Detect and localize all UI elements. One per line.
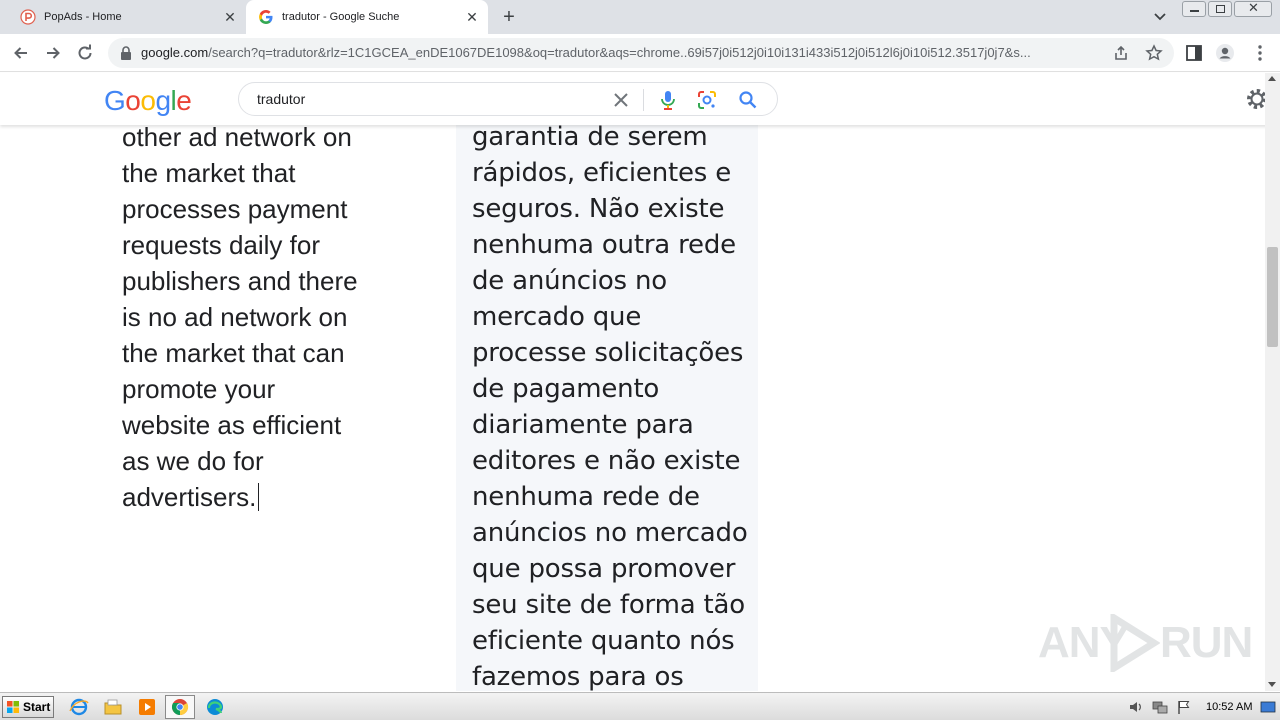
url-text[interactable]: google.com/search?q=tradutor&rlz=1C1GCEA… xyxy=(141,45,1101,60)
text-line: the market that can xyxy=(122,338,345,368)
text-line: diariamente para xyxy=(472,410,694,440)
text-line: rápidos, eficientes e xyxy=(472,158,731,188)
translator-source-text[interactable]: other ad network on the market that proces… xyxy=(122,125,392,515)
bookmark-star-icon[interactable] xyxy=(1145,44,1163,62)
text-line: nenhuma outra rede xyxy=(472,230,736,260)
text-line: eficiente quanto nós xyxy=(472,626,735,656)
media-player-icon[interactable] xyxy=(136,697,158,717)
text-line: seu site de forma tão xyxy=(472,590,745,620)
text-line: the market that xyxy=(122,158,296,188)
text-line: website as efficient xyxy=(122,410,342,440)
text-line: as we do for xyxy=(122,446,264,476)
chevron-down-icon[interactable] xyxy=(1150,8,1170,26)
close-window-icon[interactable]: ✕ xyxy=(1234,0,1272,17)
chrome-taskbar-button[interactable] xyxy=(165,695,195,719)
search-icon[interactable] xyxy=(737,89,759,111)
google-logo-letter: o xyxy=(125,85,141,116)
url-host: google.com xyxy=(141,45,209,60)
search-results-content: other ad network on the market that proces… xyxy=(0,125,1265,691)
play-logo-icon xyxy=(1110,614,1160,672)
text-cursor xyxy=(258,483,260,511)
watermark-right-text: RUN xyxy=(1160,618,1253,667)
lock-icon[interactable] xyxy=(120,46,132,60)
text-line: promote your xyxy=(122,374,276,404)
google-logo-letter: g xyxy=(155,85,171,116)
text-line: seguros. Não existe xyxy=(472,194,725,224)
minimize-icon[interactable] xyxy=(1182,1,1206,17)
text-line: que possa promover xyxy=(472,554,736,584)
profile-avatar-icon[interactable] xyxy=(1215,43,1235,63)
page-scrollbar[interactable] xyxy=(1265,73,1280,691)
start-label: Start xyxy=(23,700,51,714)
forward-arrow-icon[interactable] xyxy=(40,40,66,66)
windows-taskbar: Start 10:52 AM xyxy=(0,692,1280,720)
tab-popads[interactable]: PopAds - Home ✕ xyxy=(8,0,246,34)
translator-target-text: garantia de serem rápidos, eficientes e se… xyxy=(472,125,752,691)
browser-toolbar: google.com/search?q=tradutor&rlz=1C1GCEA… xyxy=(0,34,1280,72)
close-tab-icon[interactable]: ✕ xyxy=(464,9,480,25)
start-button[interactable]: Start xyxy=(2,696,54,718)
search-input[interactable] xyxy=(257,89,597,109)
show-desktop-icon[interactable] xyxy=(1260,699,1276,715)
tab-strip: PopAds - Home ✕ tradutor - Google Suche … xyxy=(0,0,1280,34)
google-lens-icon[interactable] xyxy=(696,89,718,111)
text-line: mercado que xyxy=(472,302,642,332)
chrome-icon xyxy=(172,699,189,716)
address-bar[interactable]: google.com/search?q=tradutor&rlz=1C1GCEA… xyxy=(108,38,1174,68)
tab-title: PopAds - Home xyxy=(44,11,122,23)
taskbar-clock[interactable]: 10:52 AM xyxy=(1206,701,1252,713)
text-line: advertisers. xyxy=(122,479,392,515)
text-line: de pagamento xyxy=(472,374,660,404)
tab-google-search[interactable]: tradutor - Google Suche ✕ xyxy=(246,0,488,34)
google-logo-letter: e xyxy=(176,85,192,116)
scrollbar-thumb[interactable] xyxy=(1267,247,1278,347)
restore-icon[interactable] xyxy=(1208,1,1232,17)
text-line: other ad network on xyxy=(122,125,352,152)
google-g-icon xyxy=(259,10,273,24)
file-explorer-icon[interactable] xyxy=(102,697,124,717)
reload-icon[interactable] xyxy=(72,40,98,66)
translator-target-panel: garantia de serem rápidos, eficientes e se… xyxy=(456,125,758,691)
volume-icon[interactable] xyxy=(1128,699,1144,715)
edge-icon[interactable] xyxy=(204,697,226,717)
share-icon[interactable] xyxy=(1112,44,1130,62)
url-path: /search?q=tradutor&rlz=1C1GCEA_enDE1067D… xyxy=(208,45,1031,60)
scroll-up-arrow-icon[interactable] xyxy=(1268,76,1276,81)
popads-icon xyxy=(20,9,36,25)
text-line: de anúncios no xyxy=(472,266,667,296)
side-panel-icon[interactable] xyxy=(1184,43,1204,63)
text-line: publishers and there xyxy=(122,266,358,296)
text-line: editores e não existe xyxy=(472,446,741,476)
close-tab-icon[interactable]: ✕ xyxy=(222,9,238,25)
search-divider xyxy=(643,89,644,111)
tab-title: tradutor - Google Suche xyxy=(282,11,400,23)
kebab-menu-icon[interactable] xyxy=(1250,43,1270,63)
microphone-icon[interactable] xyxy=(658,89,678,111)
google-logo-letter: G xyxy=(104,85,126,116)
text-line: requests daily for xyxy=(122,230,320,260)
text-line: processe solicitações xyxy=(472,338,744,368)
text-line: garantia de serem xyxy=(472,125,708,152)
new-tab-icon[interactable]: + xyxy=(498,6,520,28)
text-line: anúncios no mercado xyxy=(472,518,748,548)
text-line: nenhuma rede de xyxy=(472,482,700,512)
google-logo[interactable]: Google xyxy=(104,85,192,117)
anyrun-watermark: ANY RUN xyxy=(1038,612,1253,672)
text-line: fazemos para os xyxy=(472,662,684,691)
windows-flag-icon xyxy=(7,701,19,713)
search-box[interactable] xyxy=(238,82,778,116)
scroll-down-arrow-icon[interactable] xyxy=(1268,682,1276,687)
text-line: processes payment xyxy=(122,194,348,224)
google-logo-letter: o xyxy=(140,85,156,116)
action-center-flag-icon[interactable] xyxy=(1176,699,1192,715)
network-icon[interactable] xyxy=(1152,699,1168,715)
back-arrow-icon[interactable] xyxy=(8,40,34,66)
clear-search-icon[interactable] xyxy=(611,90,631,110)
internet-explorer-icon[interactable] xyxy=(68,697,90,717)
google-search-header: Google xyxy=(0,73,1280,125)
text-line: is no ad network on xyxy=(122,302,348,332)
